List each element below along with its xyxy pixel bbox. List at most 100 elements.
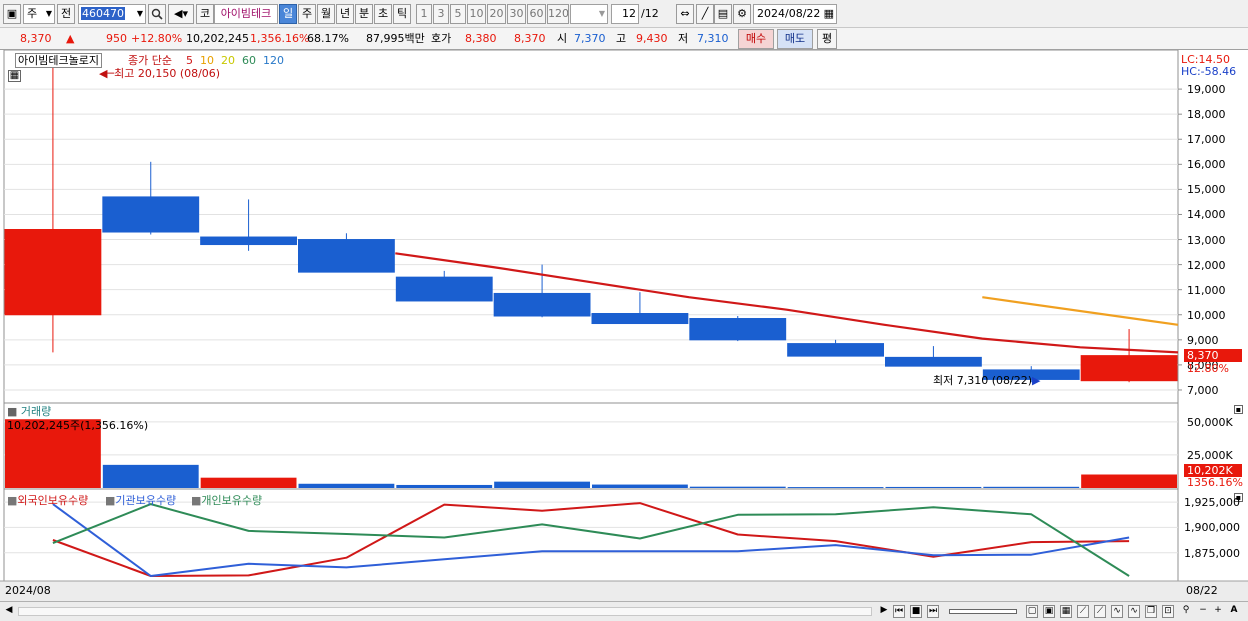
volume-bar[interactable] — [200, 477, 297, 488]
save-icon[interactable]: ▤ — [714, 4, 732, 24]
price-legend-name[interactable]: 아이빔테크놀로지 — [15, 53, 102, 68]
zoom-slider[interactable] — [949, 609, 1017, 614]
auto-scale-icon[interactable]: A — [1228, 605, 1240, 618]
grid-icon[interactable]: ▦ — [1060, 605, 1072, 618]
copy-icon[interactable]: ❐ — [1145, 605, 1157, 618]
drawing-tool-icon[interactable]: ╱ — [696, 4, 714, 24]
volume-bar[interactable] — [689, 486, 786, 488]
evaluation-button[interactable]: 평 — [817, 29, 837, 49]
interval-button[interactable]: 20 — [487, 4, 506, 24]
zoom-out-icon[interactable]: − — [1197, 605, 1209, 618]
high-price: 9,430 — [636, 32, 668, 45]
sell-button[interactable]: 매도 — [777, 29, 813, 49]
wave-icon[interactable]: ∿ — [1128, 605, 1140, 618]
current-price-tag: 8,370 — [1184, 349, 1242, 362]
chart-menu-icon[interactable]: ▣ — [3, 4, 21, 24]
interval-button[interactable]: 30 — [507, 4, 526, 24]
interval-button[interactable]: 1 — [416, 4, 432, 24]
volume-bar[interactable] — [885, 486, 982, 488]
open-price: 7,370 — [574, 32, 606, 45]
price-tick-label: 14,000 — [1187, 208, 1226, 222]
volume-bar[interactable] — [787, 487, 884, 489]
search-icon[interactable] — [148, 4, 166, 24]
gear-icon[interactable]: ⚙ — [733, 4, 751, 24]
interval-select[interactable]: ▼ — [570, 4, 608, 24]
period-tab[interactable]: 월 — [317, 4, 335, 24]
calendar-icon: ▦ — [823, 7, 834, 20]
trend-icon[interactable]: ⟋ — [1077, 605, 1089, 618]
close-icon[interactable]: ▪ — [1234, 405, 1243, 414]
volume-bar[interactable] — [396, 484, 493, 488]
volume-bar[interactable] — [494, 481, 590, 488]
interval-button[interactable]: 60 — [527, 4, 546, 24]
candle-body[interactable] — [787, 343, 885, 357]
chevron-down-icon: ▼ — [136, 9, 143, 18]
stop-icon[interactable]: ■ — [910, 605, 922, 618]
interval-button[interactable]: 10 — [467, 4, 486, 24]
interval-button[interactable]: 5 — [450, 4, 466, 24]
volume-bar[interactable] — [1081, 474, 1177, 488]
search-icon[interactable]: ⚲ — [1180, 605, 1192, 618]
buy-button[interactable]: 매수 — [738, 29, 774, 49]
x-axis-band — [0, 581, 1248, 602]
period-tab[interactable]: 분 — [355, 4, 373, 24]
stock-name-label: 아이빔테크 — [214, 4, 278, 24]
candle-body[interactable] — [4, 229, 102, 316]
fit-icon[interactable]: ⊡ — [1162, 605, 1174, 618]
panel-frame[interactable] — [3, 488, 1179, 582]
period-tab[interactable]: 년 — [336, 4, 354, 24]
scroll-left-icon[interactable]: ◀ — [3, 605, 15, 618]
period-tab[interactable]: 초 — [374, 4, 392, 24]
zoom-in-icon[interactable]: + — [1212, 605, 1224, 618]
period-tab[interactable]: 주 — [298, 4, 316, 24]
count-input[interactable]: 12 — [611, 4, 639, 24]
market-code-button[interactable]: 코 — [196, 4, 214, 24]
price-tick-label: 15,000 — [1187, 183, 1226, 197]
volume-info: 10,202,245주(1,356.16%) — [7, 419, 149, 432]
turnover-rate: 68.17% — [307, 32, 349, 45]
period-tab[interactable]: 일 — [279, 4, 297, 24]
volume-bar[interactable] — [298, 483, 395, 488]
trend-icon[interactable]: ⟋ — [1094, 605, 1106, 618]
first-page-icon[interactable]: ⏮ — [893, 605, 905, 618]
chart-area[interactable]: 아이빔테크놀로지 종가 단순 5 10 20 60 120 ▦ ◀─최고 20,150 … — [0, 50, 1248, 602]
volume-bar[interactable] — [102, 464, 199, 488]
volume-pct-tag: 1356.16% — [1187, 476, 1243, 489]
interval-button[interactable]: 3 — [433, 4, 449, 24]
current-pct-tag: 12.80% — [1187, 362, 1229, 375]
last-page-icon[interactable]: ⏭ — [927, 605, 939, 618]
candle-body[interactable] — [102, 196, 200, 233]
code-input[interactable]: 460470 ▼ — [78, 4, 146, 24]
ma-legend-item: 20 — [221, 54, 235, 67]
wave-icon[interactable]: ∿ — [1111, 605, 1123, 618]
layout-icon[interactable]: ▣ — [1043, 605, 1055, 618]
holdings-legend-label: 개인보유수량 — [201, 494, 263, 507]
candle-body[interactable] — [395, 276, 493, 302]
speaker-icon[interactable]: ◀︎▾ — [168, 4, 194, 24]
scroll-right-icon[interactable]: ▶ — [878, 605, 890, 618]
hc-label: HC:-58.46 — [1181, 65, 1237, 78]
price-tick-label: 13,000 — [1187, 233, 1226, 247]
volume-bar[interactable] — [983, 486, 1080, 488]
period-tab[interactable]: 틱 — [393, 4, 411, 24]
candle-body[interactable] — [885, 356, 982, 367]
period-week-select[interactable]: 주 ▼ — [23, 4, 55, 24]
price-tick-label: 10,000 — [1187, 308, 1226, 322]
candle-body[interactable] — [689, 318, 787, 341]
view-all-button[interactable]: 전 — [57, 4, 75, 24]
candle-body[interactable] — [200, 236, 298, 246]
volume-bar[interactable] — [592, 484, 688, 488]
candle-body[interactable] — [591, 313, 689, 325]
table-icon[interactable]: ▦ — [8, 70, 21, 82]
price-tick-label: 16,000 — [1187, 158, 1226, 172]
date-input[interactable]: 2024/08/22 ▦ — [753, 4, 837, 24]
layout-icon[interactable]: ▢ — [1026, 605, 1038, 618]
chart-canvas[interactable] — [0, 50, 1248, 602]
interval-button[interactable]: 120 — [547, 4, 569, 24]
candle-body[interactable] — [1080, 355, 1178, 382]
candle-body[interactable] — [493, 292, 591, 317]
holdings-legend-item: ■외국인보유수량 — [7, 492, 88, 508]
candle-body[interactable] — [298, 239, 395, 273]
zoom-icon[interactable]: ⇔ — [676, 4, 694, 24]
horizontal-scrollbar[interactable] — [18, 607, 872, 616]
